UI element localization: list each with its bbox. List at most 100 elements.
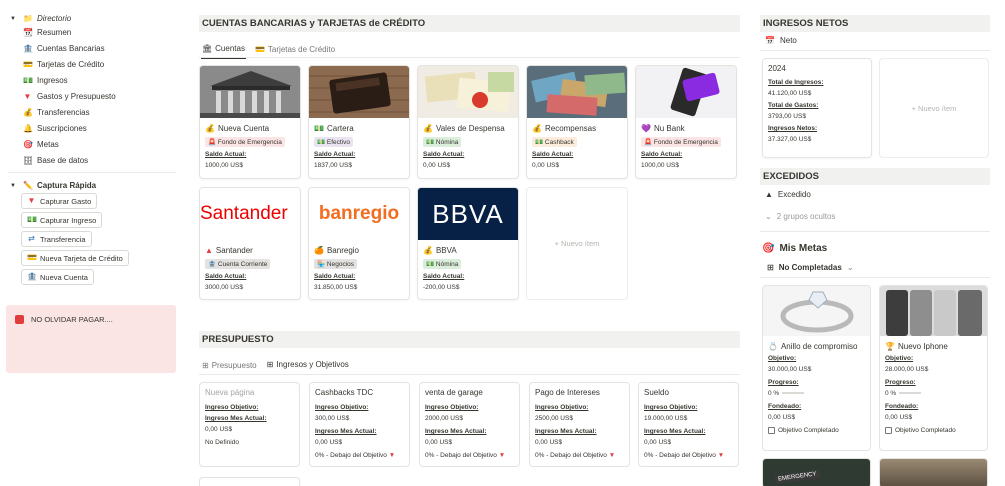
view-neto[interactable]: 📅 Neto xyxy=(765,36,797,45)
new-netos-button[interactable]: + Nuevo ítem xyxy=(879,58,989,158)
emergency-sign: EMERGENCY xyxy=(774,469,821,485)
tag-badge: 🚨 Fondo de Emergencia xyxy=(641,137,721,147)
sidebar-item-transferencias[interactable]: 💰 Transferencias xyxy=(23,108,90,117)
sidebar-item-label: Base de datos xyxy=(37,156,89,165)
mes-value: 0,00 US$ xyxy=(315,439,343,446)
account-card[interactable]: 💰 Vales de Despensa 💵 Nómina Saldo Actual… xyxy=(417,65,519,179)
sidebar-directorio-toggle[interactable]: ▼ 📁 Directorio xyxy=(10,14,71,23)
budget-card[interactable]: Pago de Intereses Ingreso Objetivo: 2500… xyxy=(529,382,630,467)
meta-card[interactable]: 💍 Anillo de compromiso Objetivo: 30.000,0… xyxy=(762,285,871,451)
sidebar-item-cuentas[interactable]: 🏦 Cuentas Bancarias xyxy=(23,44,105,53)
objetivo-label: Objetivo: xyxy=(885,355,914,362)
progreso-label: Progreso: xyxy=(768,379,799,386)
money-bag-icon: 💰 xyxy=(23,107,33,117)
view-no-completadas[interactable]: ⊞ No Completadas ⌄ xyxy=(767,263,854,272)
tag-badge: 💵 Cashback xyxy=(532,137,577,147)
checkbox[interactable] xyxy=(768,427,775,434)
account-card[interactable]: 💜 Nu Bank 🚨 Fondo de Emergencia Saldo Act… xyxy=(635,65,737,179)
budget-card[interactable]: Nueva página Ingreso Objetivo: Ingreso M… xyxy=(199,382,300,467)
sidebar-item-base-datos[interactable]: 🗄 Base de datos xyxy=(23,156,88,165)
mes-value: 0,00 US$ xyxy=(535,439,563,446)
tag-badge: 🏪 Negocios xyxy=(314,259,358,269)
status-row: 0% - Debajo del Objetivo ▼ xyxy=(315,452,404,459)
tab-label: Ingresos y Objetivos xyxy=(276,360,349,369)
orange-icon: 🍊 xyxy=(314,246,324,255)
button-label: Capturar Gasto xyxy=(40,196,92,206)
status-text: 0% - Debajo del Objetivo xyxy=(315,452,387,459)
capturar-ingreso-button[interactable]: 💵 Capturar Ingreso xyxy=(21,212,103,228)
tag-badge: 🏦 Cuenta Corriente xyxy=(205,259,271,269)
fondeado-label: Fondeado: xyxy=(885,403,919,410)
section-title-excedidos: EXCEDIDOS xyxy=(760,168,990,185)
sidebar-item-tarjetas[interactable]: 💳 Tarjetas de Crédito xyxy=(23,60,104,69)
metas-divider xyxy=(760,277,990,278)
group-label: Excedido xyxy=(777,190,811,199)
account-card[interactable]: Santander ▲ Santander 🏦 Cuenta Corriente … xyxy=(199,187,301,300)
sidebar-item-suscripciones[interactable]: 🔔 Suscripciones xyxy=(23,124,87,133)
status-text: 0% - Debajo del Objetivo xyxy=(644,452,716,459)
card-cover xyxy=(636,66,736,118)
tab-tarjetas[interactable]: 💳 Tarjetas de Crédito xyxy=(254,42,336,59)
netos-card[interactable]: 2024 Total de Ingresos: 41.120,00 US$ To… xyxy=(762,58,872,158)
warning-icon: ▲ xyxy=(765,190,773,199)
captura-label: Captura Rápida xyxy=(37,181,97,190)
money-bag-icon: 💰 xyxy=(205,124,215,133)
nueva-tarjeta-button[interactable]: 💳 Nueva Tarjeta de Crédito xyxy=(21,250,129,266)
chevron-down-icon: ⌄ xyxy=(846,263,854,272)
card-title: ▲ Santander xyxy=(205,246,295,255)
transferencia-button[interactable]: ⇄ Transferencia xyxy=(21,231,92,247)
status-row: 0% - Debajo del Objetivo ▼ xyxy=(535,452,624,459)
card-title: 🍊 Banregio xyxy=(314,246,404,255)
completed-row[interactable]: Objetivo Completado xyxy=(768,427,865,434)
card-title: 💰 Recompensas xyxy=(532,124,622,133)
saldo-value: 3000,00 US$ xyxy=(205,284,243,291)
sidebar-item-ingresos[interactable]: 💵 Ingresos xyxy=(23,76,68,85)
account-card[interactable]: banregio 🍊 Banregio 🏪 Negocios Saldo Actu… xyxy=(308,187,410,300)
saldo-value: 1000,00 US$ xyxy=(641,162,679,169)
mes-label: Ingreso Mes Actual: xyxy=(315,428,377,435)
ring-image xyxy=(763,286,870,336)
meta-card-partial[interactable]: EMERGENCY xyxy=(762,458,871,486)
card-title: Pago de Intereses xyxy=(535,388,600,397)
account-card[interactable]: BBVA 💰 BBVA 💵 Nómina Saldo Actual: -200,0… xyxy=(417,187,519,300)
new-account-button[interactable]: + Nuevo ítem xyxy=(526,187,628,300)
view-label: Neto xyxy=(779,36,797,45)
account-card[interactable]: 💰 Recompensas 💵 Cashback Saldo Actual: 0,… xyxy=(526,65,628,179)
red-triangle-down-icon: ▼ xyxy=(608,452,616,459)
mes-label: Ingreso Mes Actual: xyxy=(205,415,267,422)
capturar-gasto-button[interactable]: ▼ Capturar Gasto xyxy=(21,193,98,209)
sidebar-item-gastos[interactable]: ▼ Gastos y Presupuesto xyxy=(23,92,116,101)
budget-card-partial[interactable] xyxy=(199,477,300,486)
credit-card-icon: 💳 xyxy=(23,59,33,69)
budget-card[interactable]: Cashbacks TDC Ingreso Objetivo: 300,00 U… xyxy=(309,382,410,467)
objetivo-label: Objetivo: xyxy=(768,355,797,362)
meta-card[interactable]: 🏆 Nuevo Iphone Objetivo: 28.000,00 US$ Pr… xyxy=(879,285,988,451)
sidebar-captura-toggle[interactable]: ▼ ✏️ Captura Rápida xyxy=(10,181,96,190)
tab-presupuesto[interactable]: ⊞ Presupuesto xyxy=(201,358,258,375)
callout-no-olvidar: NO OLVIDAR PAGAR.... xyxy=(6,305,176,373)
account-card[interactable]: 💵 Cartera 💵 Efectivo Saldo Actual: 1837,0… xyxy=(308,65,410,179)
progreso-label: Progreso: xyxy=(885,379,916,386)
tab-ingresos-objetivos[interactable]: ⊞ Ingresos y Objetivos xyxy=(265,357,350,375)
budget-card[interactable]: Sueldo Ingreso Objetivo: 19.000,00 US$ I… xyxy=(638,382,739,467)
nueva-cuenta-button[interactable]: 🏦 Nueva Cuenta xyxy=(21,269,94,285)
completed-row[interactable]: Objetivo Completado xyxy=(885,427,982,434)
iphone-image xyxy=(880,286,987,336)
meta-card-partial[interactable] xyxy=(879,458,988,486)
checkbox[interactable] xyxy=(885,427,892,434)
tag-text: Fondo de Emergencia xyxy=(217,139,282,146)
section-title-cuentas: CUENTAS BANCARIAS y TARJETAS de CRÉDITO xyxy=(199,15,740,32)
budget-card[interactable]: venta de garage Ingreso Objetivo: 2000,0… xyxy=(419,382,520,467)
card-cover xyxy=(200,66,300,118)
sidebar-item-resumen[interactable]: 📆 Resumen xyxy=(23,28,71,37)
red-triangle-down-icon: ▼ xyxy=(498,452,506,459)
view-divider xyxy=(760,50,990,51)
account-card[interactable]: 💰 Nueva Cuenta 🚨 Fondo de Emergencia Sald… xyxy=(199,65,301,179)
hidden-groups-toggle[interactable]: ⌄ 2 grupos ocultos xyxy=(765,212,835,221)
button-label: Capturar Ingreso xyxy=(40,215,97,225)
sidebar-item-label: Gastos y Presupuesto xyxy=(37,92,116,101)
group-excedido[interactable]: ▲ Excedido xyxy=(765,190,811,199)
card-title-text: Anillo de compromiso xyxy=(780,342,858,351)
saldo-value: 1837,00 US$ xyxy=(314,162,352,169)
sidebar-item-metas[interactable]: 🎯 Metas xyxy=(23,140,59,149)
